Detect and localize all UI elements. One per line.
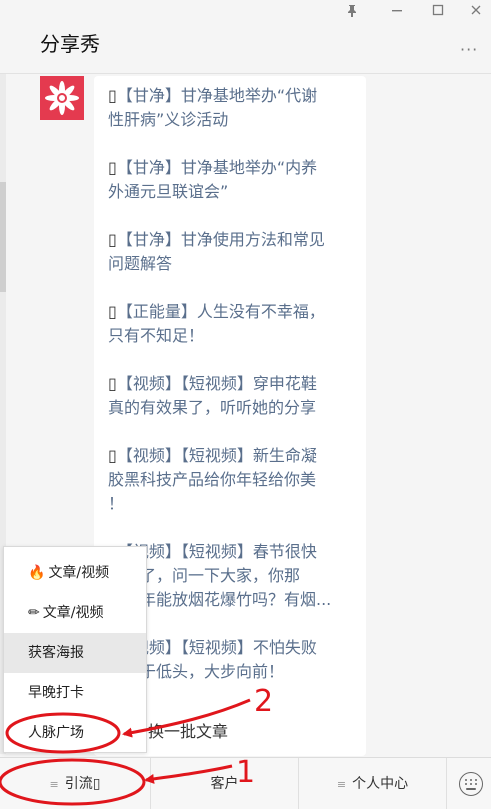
article-bullet-icon: ▯ xyxy=(108,302,117,321)
official-account-avatar[interactable] xyxy=(40,76,84,120)
scrollbar-thumb[interactable] xyxy=(0,182,6,292)
refresh-articles-link[interactable]: 换一批文章 xyxy=(148,718,228,742)
keyboard-toggle-button[interactable] xyxy=(446,758,491,809)
pencil-icon: ✏ xyxy=(28,605,40,621)
annotation-number: 1 xyxy=(236,755,256,790)
menu-hamburger-icon: ≡ xyxy=(336,778,347,791)
submenu-item-checkin[interactable]: 早晚打卡 xyxy=(4,673,146,713)
article-link[interactable]: ▯【甘净】甘净基地举办“内养 外通元旦联谊会” xyxy=(108,156,358,204)
menu-tab-customers[interactable]: 客户 xyxy=(150,758,298,809)
article-link[interactable]: ▯【甘净】甘净使用方法和常见 问题解答 xyxy=(108,228,358,276)
window-title: 分享秀 xyxy=(40,32,100,56)
submenu-item-write-articles[interactable]: ✏ 文章/视频 xyxy=(4,593,146,633)
menu-tab-yinliu[interactable]: ≡ 引流▯ xyxy=(0,758,150,809)
close-icon[interactable] xyxy=(466,4,486,20)
article-bullet-icon: ▯ xyxy=(108,374,117,393)
maximize-icon[interactable] xyxy=(428,4,448,20)
submenu-item-network-square[interactable]: 人脉广场 xyxy=(4,713,146,753)
fire-icon: 🔥 xyxy=(28,565,46,581)
submenu-popup: 🔥 文章/视频 ✏ 文章/视频 获客海报 早晚打卡 人脉广场 xyxy=(3,546,147,753)
article-link[interactable]: ▯【视频】【短视频】新生命凝 胶黑科技产品给你年轻给你美 ！ xyxy=(108,444,358,516)
article-bullet-icon: ▯ xyxy=(108,446,117,465)
menu-tab-personal-center[interactable]: ≡ 个人中心 xyxy=(298,758,446,809)
article-bullet-icon: ▯ xyxy=(108,86,117,105)
flower-logo-icon xyxy=(45,81,79,115)
title-bar: 分享秀 ··· xyxy=(0,0,491,74)
menu-hamburger-icon: ≡ xyxy=(49,778,59,791)
keyboard-icon xyxy=(459,772,483,796)
article-link[interactable]: ▯【视频】【短视频】穿申花鞋 真的有效果了，听听她的分享 xyxy=(108,372,358,420)
submenu-item-poster[interactable]: 获客海报 xyxy=(4,633,146,673)
pin-icon[interactable] xyxy=(342,4,362,20)
article-bullet-icon: ▯ xyxy=(108,158,117,177)
article-link[interactable]: ▯【正能量】人生没有不幸福， 只有不知足！ xyxy=(108,300,358,348)
article-bullet-icon: ▯ xyxy=(108,230,117,249)
annotation-number: 2 xyxy=(254,684,274,719)
minimize-icon[interactable] xyxy=(387,4,407,20)
submenu-item-hot-articles[interactable]: 🔥 文章/视频 xyxy=(4,553,146,593)
more-options-icon[interactable]: ··· xyxy=(460,40,478,59)
article-link[interactable]: ▯【甘净】甘净基地举办“代谢 性肝病”义诊活动 xyxy=(108,84,358,132)
